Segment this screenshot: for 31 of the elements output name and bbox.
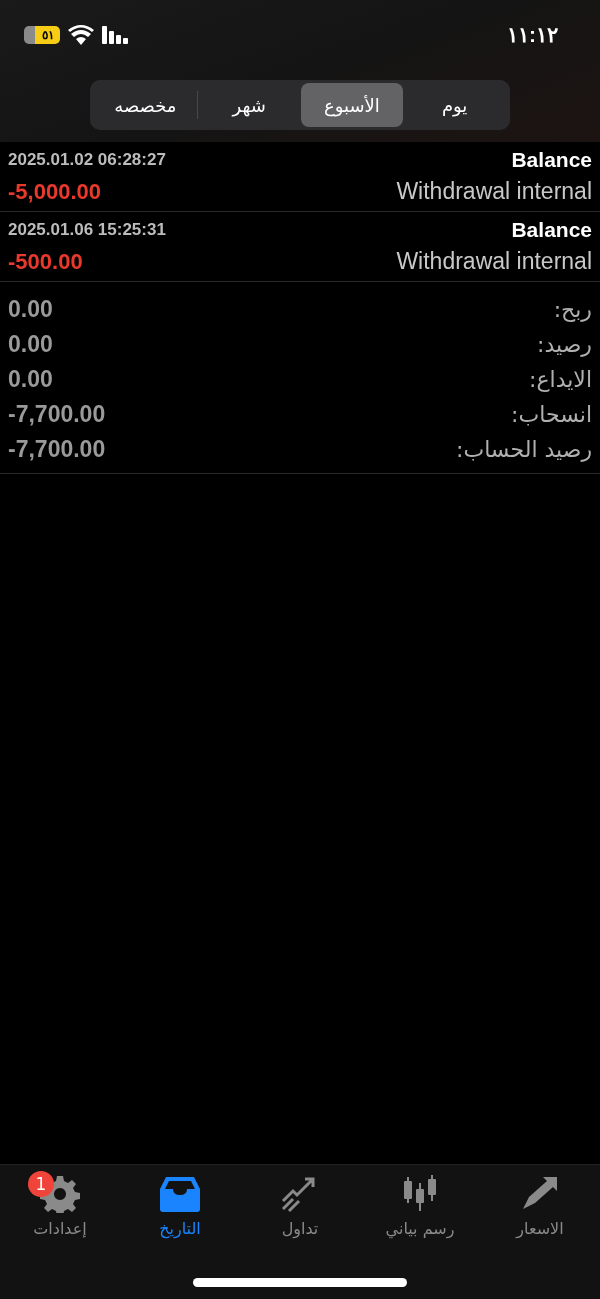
deal-comment: Withdrawal internal	[396, 178, 592, 205]
period-tab[interactable]: شهر	[197, 83, 301, 127]
deal-row[interactable]: 2025.01.02 06:28:27 Balance -5,000.00 Withdrawal internal	[0, 142, 600, 212]
period-tab[interactable]: مخصصه	[94, 83, 197, 127]
summary-label: رصيد:	[537, 332, 592, 357]
deal-type: Balance	[511, 218, 592, 242]
summary-label: رصيد الحساب:	[456, 437, 592, 462]
summary-value: 0.00	[8, 366, 53, 393]
deal-amount: -5,000.00	[8, 178, 101, 205]
deal-time: 2025.01.02 06:28:27	[8, 150, 166, 170]
tab-bar-item[interactable]: التاريخ	[120, 1175, 240, 1238]
summary-value: -7,700.00	[8, 401, 106, 428]
tab-bar-item[interactable]: رسم بياني	[360, 1175, 480, 1238]
deal-type: Balance	[511, 148, 592, 172]
notification-badge: 1	[28, 1171, 54, 1197]
clock-time: ١١:١٢	[507, 23, 558, 47]
period-tab[interactable]: الأسبوع	[300, 83, 404, 127]
tab-bar-item[interactable]: تداول	[240, 1175, 360, 1238]
summary-label: الايداع:	[529, 367, 592, 392]
deal-comment: Withdrawal internal	[396, 248, 592, 275]
summary-label: ربح:	[553, 297, 592, 322]
deal-time: 2025.01.06 15:25:31	[8, 220, 166, 240]
summary-value: 0.00	[8, 296, 53, 323]
period-tab[interactable]: يوم	[403, 83, 506, 127]
deal-row[interactable]: 2025.01.06 15:25:31 Balance -500.00 Withdrawal internal	[0, 212, 600, 282]
battery-indicator: ٥١	[24, 26, 60, 44]
tab-bar-item[interactable]: الاسعار	[480, 1175, 600, 1238]
deal-amount: -500.00	[8, 248, 83, 275]
summary-label: انسحاب:	[511, 402, 592, 427]
summary-value: 0.00	[8, 331, 53, 358]
summary-value: -7,700.00	[8, 436, 106, 463]
